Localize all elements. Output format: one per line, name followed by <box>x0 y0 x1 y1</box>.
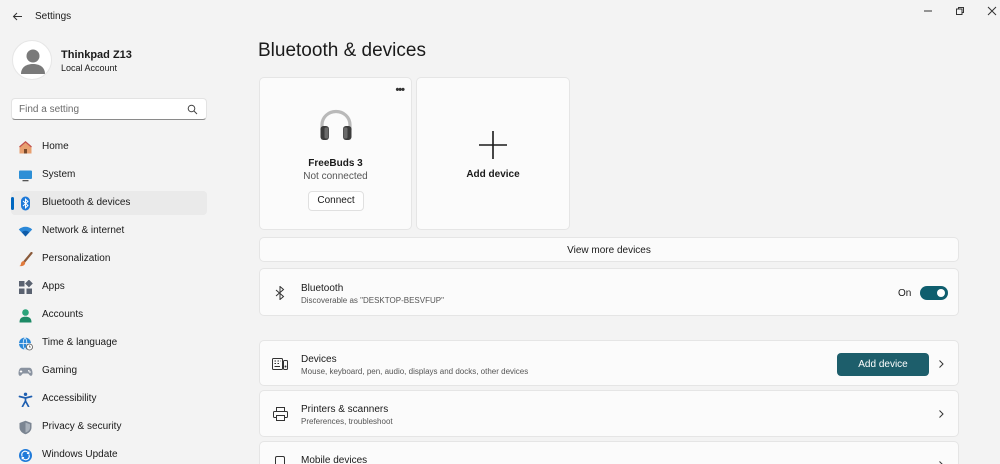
view-more-devices-label: View more devices <box>567 245 651 256</box>
sidebar-item-label: Accessibility <box>42 393 97 404</box>
restore-button[interactable] <box>949 2 971 20</box>
paintbrush-icon <box>17 251 33 267</box>
sidebar-item-gaming[interactable]: Gaming <box>11 359 207 383</box>
sidebar-item-label: Bluetooth & devices <box>42 197 131 208</box>
toggle-state-label: On <box>898 288 912 299</box>
search-icon <box>187 104 198 115</box>
sidebar-item-label: Personalization <box>42 253 111 264</box>
chevron-right-icon <box>939 461 943 464</box>
sidebar-item-label: Time & language <box>42 337 118 348</box>
system-monitor-icon <box>17 167 33 183</box>
home-icon <box>17 139 33 155</box>
bluetooth-setting-row: Bluetooth Discoverable as "DESKTOP-BESVF… <box>259 268 959 316</box>
sidebar-item-accessibility[interactable]: Accessibility <box>11 387 207 411</box>
person-icon <box>17 307 33 323</box>
sidebar-item-network[interactable]: Network & internet <box>11 219 207 243</box>
avatar <box>12 40 52 80</box>
bluetooth-icon <box>272 285 288 301</box>
sidebar-item-personalization[interactable]: Personalization <box>11 247 207 271</box>
headphones-icon <box>320 109 352 140</box>
person-avatar-icon <box>21 49 45 74</box>
close-icon <box>987 6 997 16</box>
phone-icon <box>272 455 288 464</box>
sidebar-item-label: Accounts <box>42 309 84 320</box>
devices-subtitle: Mouse, keyboard, pen, audio, displays an… <box>301 367 529 376</box>
add-device-button[interactable]: Add device <box>837 353 929 376</box>
sidebar-item-bluetooth-devices[interactable]: Bluetooth & devices <box>11 191 207 215</box>
wifi-icon <box>17 223 33 239</box>
sidebar-item-accounts[interactable]: Accounts <box>11 303 207 327</box>
sidebar-item-label: Home <box>42 141 69 152</box>
user-profile[interactable]: Thinkpad Z13 Local Account <box>12 40 207 82</box>
sidebar-item-time-language[interactable]: Time & language <box>11 331 207 355</box>
mobile-devices-row[interactable]: Mobile devices <box>259 441 959 464</box>
minimize-button[interactable] <box>917 2 939 20</box>
user-name: Thinkpad Z13 <box>61 49 132 61</box>
keyboard-speaker-icon <box>272 356 288 372</box>
shield-icon <box>17 419 33 435</box>
apps-icon <box>17 279 33 295</box>
sidebar-item-label: Gaming <box>42 365 78 376</box>
sidebar-item-system[interactable]: System <box>11 163 207 187</box>
sidebar-item-label: Network & internet <box>42 225 125 236</box>
back-button[interactable] <box>8 7 26 25</box>
connect-button[interactable]: Connect <box>308 191 364 211</box>
device-card[interactable]: ••• FreeBuds 3 Not connected Connect <box>259 77 412 230</box>
title-bar: Settings <box>0 0 1000 34</box>
more-options-icon[interactable]: ••• <box>395 84 405 96</box>
gamepad-icon <box>17 363 33 379</box>
sidebar-item-privacy-security[interactable]: Privacy & security <box>11 415 207 439</box>
sidebar-nav: Home System Bluetooth & devices Network … <box>11 135 207 464</box>
page-title: Bluetooth & devices <box>258 40 426 61</box>
sidebar-item-home[interactable]: Home <box>11 135 207 159</box>
sidebar-item-label: Apps <box>42 281 65 292</box>
search-input[interactable] <box>19 102 179 117</box>
toggle-knob <box>937 289 945 297</box>
chevron-right-icon <box>939 410 944 418</box>
mobile-devices-title: Mobile devices <box>301 455 368 464</box>
view-more-devices-button[interactable]: View more devices <box>259 237 959 262</box>
printers-subtitle: Preferences, troubleshoot <box>301 417 393 426</box>
devices-title: Devices <box>301 354 337 365</box>
printer-icon <box>272 406 288 422</box>
close-button[interactable] <box>981 2 1000 20</box>
restore-icon <box>956 7 964 15</box>
printers-title: Printers & scanners <box>301 404 389 415</box>
bluetooth-toggle[interactable] <box>920 286 948 300</box>
device-status: Not connected <box>303 171 368 182</box>
chevron-right-icon <box>939 360 944 368</box>
device-name: FreeBuds 3 <box>308 158 363 169</box>
back-arrow-icon <box>12 12 22 20</box>
sidebar-item-label: System <box>42 169 76 180</box>
devices-row[interactable]: Devices Mouse, keyboard, pen, audio, dis… <box>259 340 959 386</box>
sidebar-item-label: Windows Update <box>42 449 118 460</box>
sidebar-item-apps[interactable]: Apps <box>11 275 207 299</box>
minimize-icon <box>924 10 932 12</box>
bluetooth-discoverable-text: Discoverable as "DESKTOP-BESVFUP" <box>301 296 444 305</box>
accessibility-icon <box>17 391 33 407</box>
bluetooth-icon <box>17 195 33 211</box>
add-device-label: Add device <box>466 169 520 180</box>
plus-icon <box>479 131 507 159</box>
window-title: Settings <box>35 11 72 22</box>
globe-clock-icon <box>17 335 33 351</box>
sidebar-item-label: Privacy & security <box>42 421 122 432</box>
sidebar-item-windows-update[interactable]: Windows Update <box>11 443 207 464</box>
bluetooth-title: Bluetooth <box>301 283 344 294</box>
search-box[interactable] <box>11 98 207 120</box>
printers-scanners-row[interactable]: Printers & scanners Preferences, trouble… <box>259 390 959 437</box>
add-device-card[interactable]: Add device <box>416 77 570 230</box>
update-icon <box>17 447 33 463</box>
account-type: Local Account <box>61 63 118 73</box>
